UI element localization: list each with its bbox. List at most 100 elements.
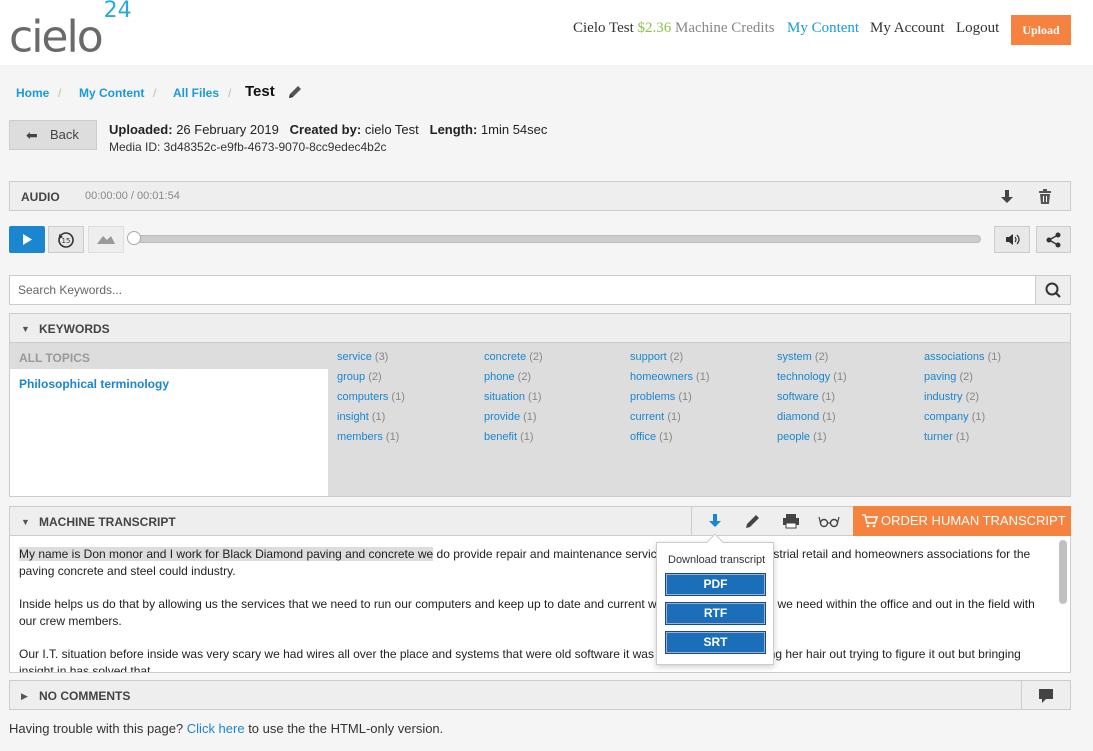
keywords-body: ALL TOPICS Philosophical terminology ser…: [9, 343, 1071, 497]
keyword-link[interactable]: concrete (2): [484, 351, 543, 363]
keyword-count: (2): [368, 371, 382, 383]
pencil-icon: [746, 515, 759, 528]
order-label: ORDER HUMAN TRANSCRIPT: [881, 513, 1066, 528]
keyword-count: (1): [659, 431, 673, 443]
all-topics-header[interactable]: ALL TOPICS: [19, 351, 90, 365]
keyword-link[interactable]: industry (2): [924, 391, 979, 403]
keyword-link[interactable]: technology (1): [777, 371, 847, 383]
nav-my-content[interactable]: My Content: [787, 20, 859, 37]
print-transcript-button[interactable]: [772, 506, 810, 536]
download-audio-icon[interactable]: [1000, 189, 1014, 205]
transcript-title: MACHINE TRANSCRIPT: [39, 515, 176, 529]
keyword-word: current: [630, 411, 665, 423]
edit-transcript-button[interactable]: [734, 506, 772, 536]
play-button[interactable]: [9, 226, 45, 253]
keyword-link[interactable]: group (2): [337, 371, 382, 383]
keyword-link[interactable]: associations (1): [924, 351, 1001, 363]
playback-speed-button[interactable]: [88, 226, 124, 253]
credits-amount: $2.36: [637, 20, 672, 36]
keyword-word: concrete: [484, 351, 527, 363]
search-icon: [1045, 282, 1061, 298]
length-value: 1min 54sec: [480, 122, 548, 137]
length-label: Length:: [429, 122, 478, 137]
keyword-link[interactable]: diamond (1): [777, 411, 836, 423]
transcript-scrollbar[interactable]: [1059, 540, 1067, 604]
topic-item[interactable]: Philosophical terminology: [19, 377, 169, 391]
view-transcript-button[interactable]: [810, 506, 848, 536]
add-comment-button[interactable]: [1021, 680, 1071, 710]
keyword-link[interactable]: turner (1): [924, 431, 969, 443]
keyword-link[interactable]: service (3): [337, 351, 388, 363]
keyword-link[interactable]: computers (1): [337, 391, 405, 403]
top-header: cielo24 Cielo Test $2.36 Machine Credits…: [0, 0, 1093, 65]
transcript-body[interactable]: My name is Don monor and I work for Blac…: [9, 536, 1071, 673]
uploaded-label: Uploaded:: [109, 122, 173, 137]
keyword-word: computers: [337, 391, 389, 403]
breadcrumb-separator: /: [228, 86, 232, 100]
cart-icon: [862, 514, 878, 528]
breadcrumb-all-files[interactable]: All Files: [173, 86, 219, 100]
keyword-word: insight: [337, 411, 369, 423]
keyword-count: (3): [374, 351, 389, 363]
keyword-link[interactable]: provide (1): [484, 411, 537, 423]
keyword-link[interactable]: office (1): [630, 431, 673, 443]
keyword-count: (2): [965, 391, 980, 403]
keyword-link[interactable]: members (1): [337, 431, 399, 443]
keyword-search-input[interactable]: [9, 275, 1036, 305]
keyword-link[interactable]: support (2): [630, 351, 683, 363]
trash-icon[interactable]: [1038, 189, 1052, 205]
download-pdf-button[interactable]: PDF: [665, 573, 766, 596]
footer-help: Having trouble with this page? Click her…: [9, 721, 443, 736]
cielo24-logo[interactable]: cielo24: [9, 0, 132, 62]
share-button[interactable]: [1036, 226, 1071, 253]
keyword-link[interactable]: people (1): [777, 431, 827, 443]
keyword-link[interactable]: homeowners (1): [630, 371, 710, 383]
keyword-link[interactable]: problems (1): [630, 391, 692, 403]
keyword-link[interactable]: situation (1): [484, 391, 542, 403]
download-rtf-button[interactable]: RTF: [665, 602, 766, 625]
keyword-link[interactable]: current (1): [630, 411, 681, 423]
keyword-link[interactable]: system (2): [777, 351, 828, 363]
keyword-link[interactable]: insight (1): [337, 411, 385, 423]
nav-logout[interactable]: Logout: [956, 20, 999, 37]
keyword-count: (1): [955, 431, 970, 443]
keyword-word: provide: [484, 411, 521, 423]
nav-my-account[interactable]: My Account: [870, 20, 945, 37]
html-only-link[interactable]: Click here: [187, 721, 245, 736]
search-button[interactable]: [1035, 275, 1071, 305]
order-human-transcript-button[interactable]: ORDER HUMAN TRANSCRIPT: [853, 506, 1071, 536]
keyword-link[interactable]: phone (2): [484, 371, 531, 383]
comments-section-header[interactable]: ▶ NO COMMENTS: [9, 680, 1071, 710]
keyword-count: (1): [833, 371, 847, 383]
download-dropdown: Download transcript PDF RTF SRT: [656, 533, 774, 665]
edit-title-pencil-icon[interactable]: [287, 84, 303, 100]
audio-progress-bar[interactable]: [127, 231, 981, 245]
keyword-link[interactable]: benefit (1): [484, 431, 534, 443]
keyword-word: company: [924, 411, 969, 423]
footer-prefix: Having trouble with this page?: [9, 721, 187, 736]
volume-button[interactable]: [994, 226, 1030, 253]
rewind-15-icon: 15: [58, 232, 74, 248]
speed-icon: [97, 236, 115, 244]
download-srt-button[interactable]: SRT: [665, 631, 766, 654]
share-icon: [1046, 232, 1061, 248]
breadcrumb-home[interactable]: Home: [16, 86, 49, 100]
breadcrumb-my-content[interactable]: My Content: [79, 86, 144, 100]
upload-button[interactable]: Upload: [1011, 15, 1071, 45]
keyword-word: service: [337, 351, 372, 363]
keyword-link[interactable]: paving (2): [924, 371, 973, 383]
keyword-word: homeowners: [630, 371, 693, 383]
created-value: cielo Test: [364, 122, 419, 137]
glasses-icon: [818, 516, 840, 528]
download-transcript-button[interactable]: [696, 506, 734, 536]
keyword-link[interactable]: software (1): [777, 391, 835, 403]
user-name: Cielo Test: [573, 20, 634, 36]
keywords-section-header[interactable]: ▼ KEYWORDS: [9, 313, 1071, 343]
rewind-15-button[interactable]: 15: [48, 226, 84, 253]
back-button[interactable]: ⬅ Back: [9, 120, 97, 150]
keyword-word: members: [337, 431, 383, 443]
progress-knob[interactable]: [127, 231, 141, 245]
footer-suffix: to use the the HTML-only version.: [244, 721, 444, 736]
keyword-count: (2): [669, 351, 684, 363]
keyword-link[interactable]: company (1): [924, 411, 985, 423]
